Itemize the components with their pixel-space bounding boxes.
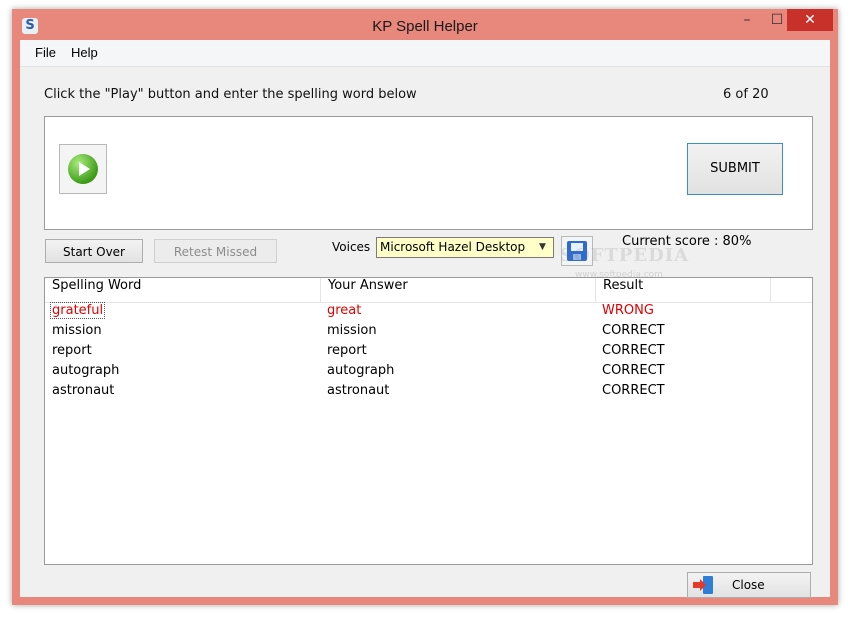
voice-selected-value: Microsoft Hazel Desktop [380,240,526,254]
menu-help[interactable]: Help [71,45,98,60]
title-bar[interactable]: S KP Spell Helper – ☐ ✕ [12,9,838,40]
column-header-result[interactable]: Result [596,278,771,302]
close-button-label: Close [732,578,765,592]
menu-file[interactable]: File [35,45,56,60]
row-answer: report [327,343,367,358]
row-result: WRONG [602,303,654,318]
retest-missed-button[interactable]: Retest Missed [154,239,277,263]
play-icon [68,154,98,184]
play-button[interactable] [59,144,107,194]
start-over-button[interactable]: Start Over [45,239,143,263]
row-answer: astronaut [327,383,390,398]
voices-label: Voices [332,240,371,254]
table-row[interactable]: astronaut astronaut CORRECT [45,383,812,403]
window-close-button[interactable]: ✕ [787,9,833,31]
row-word: astronaut [52,383,115,398]
close-button[interactable]: Close [687,572,811,598]
row-answer: mission [327,323,377,338]
watermark-logo: SOFTPEDIA [560,245,690,266]
row-word: autograph [52,363,120,378]
row-result: CORRECT [602,323,665,338]
minimize-button[interactable]: – [734,9,760,31]
table-row[interactable]: autograph autograph CORRECT [45,363,812,383]
column-header-spelling-word[interactable]: Spelling Word [45,278,321,302]
row-answer: autograph [327,363,395,378]
row-result: CORRECT [602,363,665,378]
entry-panel: SUBMIT [44,116,813,230]
menu-bar: File Help [20,40,830,67]
progress-counter: 6 of 20 [723,87,769,102]
instruction-text: Click the "Play" button and enter the sp… [44,87,417,102]
window-title: KP Spell Helper [372,18,478,35]
chevron-down-icon: ▼ [539,242,546,252]
row-word: grateful [49,302,106,319]
client-area: File Help Click the "Play" button and en… [20,40,830,598]
results-list[interactable]: Spelling Word Your Answer Result gratefu… [44,277,813,565]
voice-dropdown[interactable]: Microsoft Hazel Desktop ▼ [376,237,554,258]
list-header: Spelling Word Your Answer Result [45,278,812,303]
row-word: mission [52,323,102,338]
row-answer: great [327,303,362,318]
row-result: CORRECT [602,343,665,358]
exit-door-icon [693,576,715,594]
submit-button[interactable]: SUBMIT [687,143,783,195]
table-row[interactable]: grateful great WRONG [45,302,812,323]
column-header-your-answer[interactable]: Your Answer [321,278,596,302]
row-result: CORRECT [602,383,665,398]
table-row[interactable]: mission mission CORRECT [45,323,812,343]
row-word: report [52,343,92,358]
app-window: S KP Spell Helper – ☐ ✕ File Help Click … [12,9,838,605]
table-row[interactable]: report report CORRECT [45,343,812,363]
